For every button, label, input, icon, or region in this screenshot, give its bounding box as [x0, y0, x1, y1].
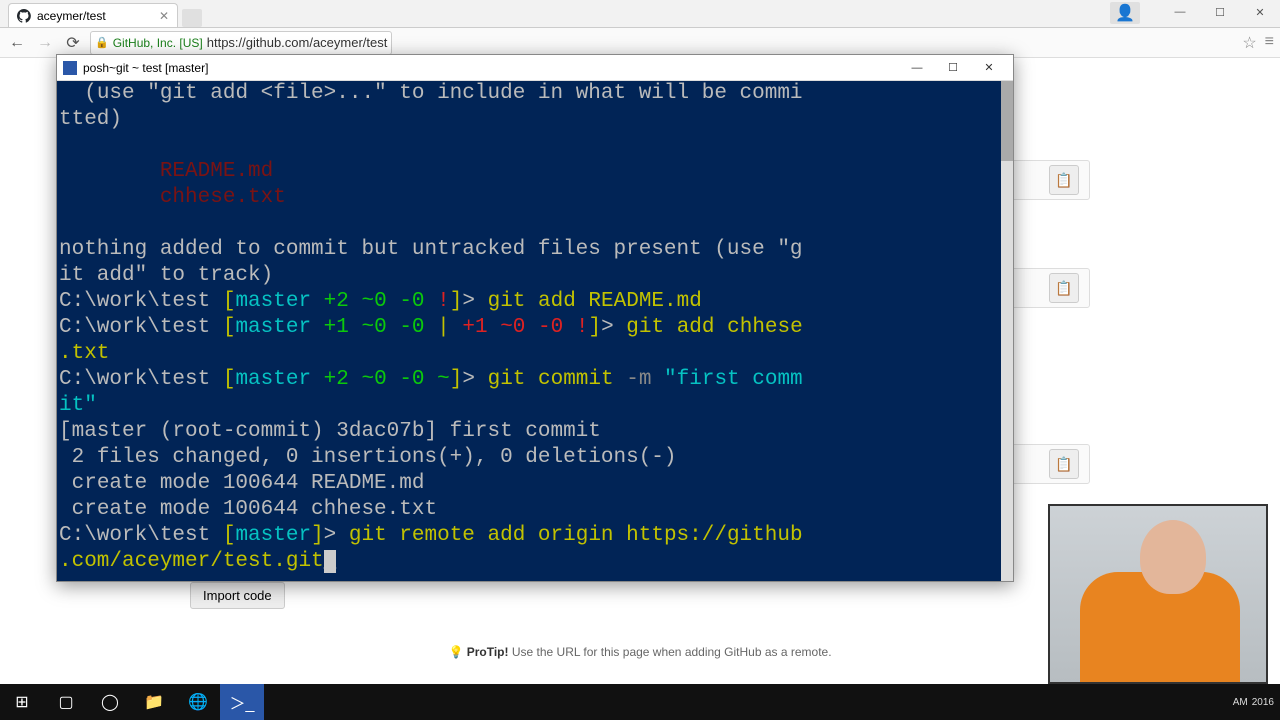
term-command: git add chhese [626, 316, 802, 339]
copy-button[interactable]: 📋 [1049, 165, 1079, 195]
webcam-overlay [1048, 504, 1268, 684]
tray-date: 2016 [1252, 697, 1274, 708]
browser-maximize-button[interactable]: ☐ [1200, 0, 1240, 24]
term-output: create mode 100644 chhese.txt [59, 498, 437, 521]
term-output: [master (root-commit) 3dac07b] first com… [59, 420, 601, 443]
browser-user-button[interactable]: 👤 [1110, 2, 1140, 24]
github-icon [17, 9, 31, 23]
tab-title: aceymer/test [37, 9, 106, 23]
terminal-minimize-button[interactable]: — [899, 57, 935, 79]
terminal-window: posh~git ~ test [master] — ☐ ✕ (use "git… [56, 54, 1014, 582]
gh-import-row: Import code [190, 582, 1090, 609]
term-command: git add README.md [488, 290, 702, 313]
forward-button[interactable]: → [34, 32, 56, 54]
cortana-icon[interactable]: ◯ [88, 684, 132, 720]
cursor-icon: _ [324, 550, 337, 573]
term-output: create mode 100644 README.md [59, 472, 424, 495]
browser-tab-strip: aceymer/test ✕ [0, 0, 1280, 28]
new-tab-button[interactable] [182, 9, 202, 27]
terminal-close-button[interactable]: ✕ [971, 57, 1007, 79]
powershell-icon [63, 61, 77, 75]
terminal-title-text: posh~git ~ test [master] [83, 61, 208, 75]
browser-close-button[interactable]: ✕ [1240, 0, 1280, 24]
reload-button[interactable]: ⟳ [62, 32, 84, 54]
term-line: nothing added to commit but untracked fi… [59, 238, 803, 261]
copy-button[interactable]: 📋 [1049, 273, 1079, 303]
taskview-button[interactable]: ▢ [44, 684, 88, 720]
term-line: (use "git add <file>..." to include in w… [59, 82, 803, 105]
powershell-taskbar-icon[interactable]: ＞_ [220, 684, 264, 720]
copy-button[interactable]: 📋 [1049, 449, 1079, 479]
lock-icon: 🔒 [95, 36, 109, 49]
term-line: it add" to track) [59, 264, 273, 287]
browser-tab[interactable]: aceymer/test ✕ [8, 3, 178, 27]
import-code-button[interactable]: Import code [190, 582, 285, 609]
term-untracked-file: chhese.txt [59, 186, 286, 209]
system-tray[interactable]: AM 2016 [1233, 697, 1280, 708]
term-line: tted) [59, 108, 122, 131]
term-command: git commit [488, 368, 627, 391]
term-path: C:\work\test [59, 290, 223, 313]
start-button[interactable]: ⊞ [0, 684, 44, 720]
term-output: 2 files changed, 0 insertions(+), 0 dele… [59, 446, 677, 469]
protip-label: ProTip! [467, 645, 509, 659]
file-explorer-icon[interactable]: 📁 [132, 684, 176, 720]
ssl-org-label: GitHub, Inc. [US] [113, 36, 203, 50]
url-text: https://github.com/aceymer/test [207, 35, 388, 50]
term-command: git remote add origin https://github [349, 524, 803, 547]
tray-time: AM [1233, 697, 1248, 708]
back-button[interactable]: ← [6, 32, 28, 54]
chrome-icon[interactable]: 🌐 [176, 684, 220, 720]
terminal-maximize-button[interactable]: ☐ [935, 57, 971, 79]
terminal-body[interactable]: (use "git add <file>..." to include in w… [57, 81, 1013, 581]
terminal-scrollbar[interactable] [1001, 81, 1013, 581]
term-untracked-file: README.md [59, 160, 273, 183]
terminal-titlebar[interactable]: posh~git ~ test [master] — ☐ ✕ [57, 55, 1013, 81]
close-tab-icon[interactable]: ✕ [159, 9, 169, 23]
menu-icon[interactable]: ≡ [1265, 33, 1274, 53]
browser-minimize-button[interactable]: — [1160, 0, 1200, 24]
browser-window-controls: — ☐ ✕ [1160, 0, 1280, 24]
scrollbar-thumb[interactable] [1001, 81, 1013, 161]
bookmark-icon[interactable]: ☆ [1242, 33, 1256, 53]
address-bar[interactable]: 🔒 GitHub, Inc. [US] https://github.com/a… [90, 31, 392, 55]
protip-text: Use the URL for this page when adding Gi… [509, 645, 832, 659]
taskbar: ⊞ ▢ ◯ 📁 🌐 ＞_ AM 2016 [0, 684, 1280, 720]
